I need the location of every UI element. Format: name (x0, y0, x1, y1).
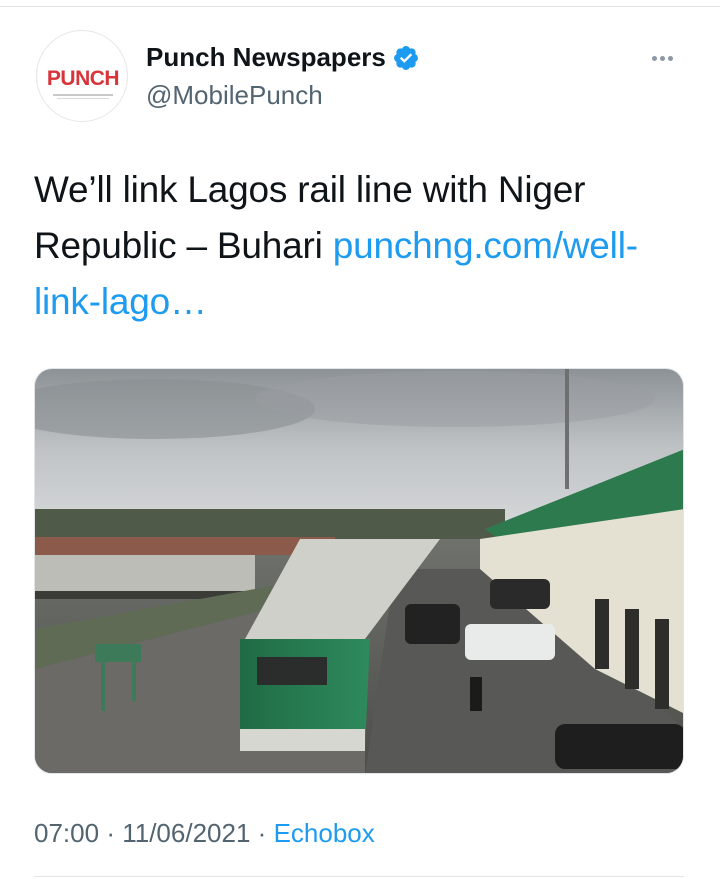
top-divider (0, 6, 720, 7)
photo-dark-car (490, 579, 550, 609)
tweet-media-image[interactable] (34, 368, 684, 774)
author-name-row: Punch Newspapers (146, 42, 420, 73)
photo-pickup-truck (465, 624, 555, 660)
bottom-divider (34, 876, 684, 877)
verified-badge-icon (392, 44, 420, 72)
tweet-date[interactable]: 11/06/2021 (122, 818, 250, 848)
author-handle[interactable]: @MobilePunch (146, 80, 323, 111)
photo-mast (565, 369, 569, 489)
photo-wagons (35, 554, 255, 594)
photo-cloud (255, 371, 655, 427)
tweet-meta: 07:00 · 11/06/2021 · Echobox (34, 818, 375, 849)
more-options-icon[interactable] (652, 48, 682, 62)
meta-separator: · (257, 818, 267, 848)
meta-separator: · (106, 818, 115, 848)
photo-station-arch (595, 599, 609, 669)
tweet-time[interactable]: 07:00 (34, 818, 99, 848)
photo-train-bumper (240, 729, 365, 751)
photo-signpost (95, 644, 141, 662)
avatar-logo: PUNCH (46, 67, 120, 90)
photo-person (470, 677, 482, 711)
author-display-name[interactable]: Punch Newspapers (146, 42, 386, 73)
photo-signpost-pole (132, 661, 136, 701)
photo-station-arch (625, 609, 639, 689)
photo-red-wagons (35, 537, 335, 555)
photo-signpost-pole (101, 661, 105, 711)
photo-station-arch (655, 619, 669, 709)
tweet-text: We’ll link Lagos rail line with Niger Re… (34, 162, 684, 330)
tweet-source[interactable]: Echobox (274, 818, 375, 848)
photo-dark-car (405, 604, 460, 644)
avatar-logo-tagline (53, 94, 113, 96)
tweet-header: PUNCH Punch Newspapers @MobilePunch (34, 28, 684, 128)
avatar[interactable]: PUNCH (36, 30, 128, 122)
photo-dark-car (555, 724, 683, 769)
avatar-logo-tagline-line (57, 98, 109, 99)
photo-train-windshield (257, 657, 327, 685)
